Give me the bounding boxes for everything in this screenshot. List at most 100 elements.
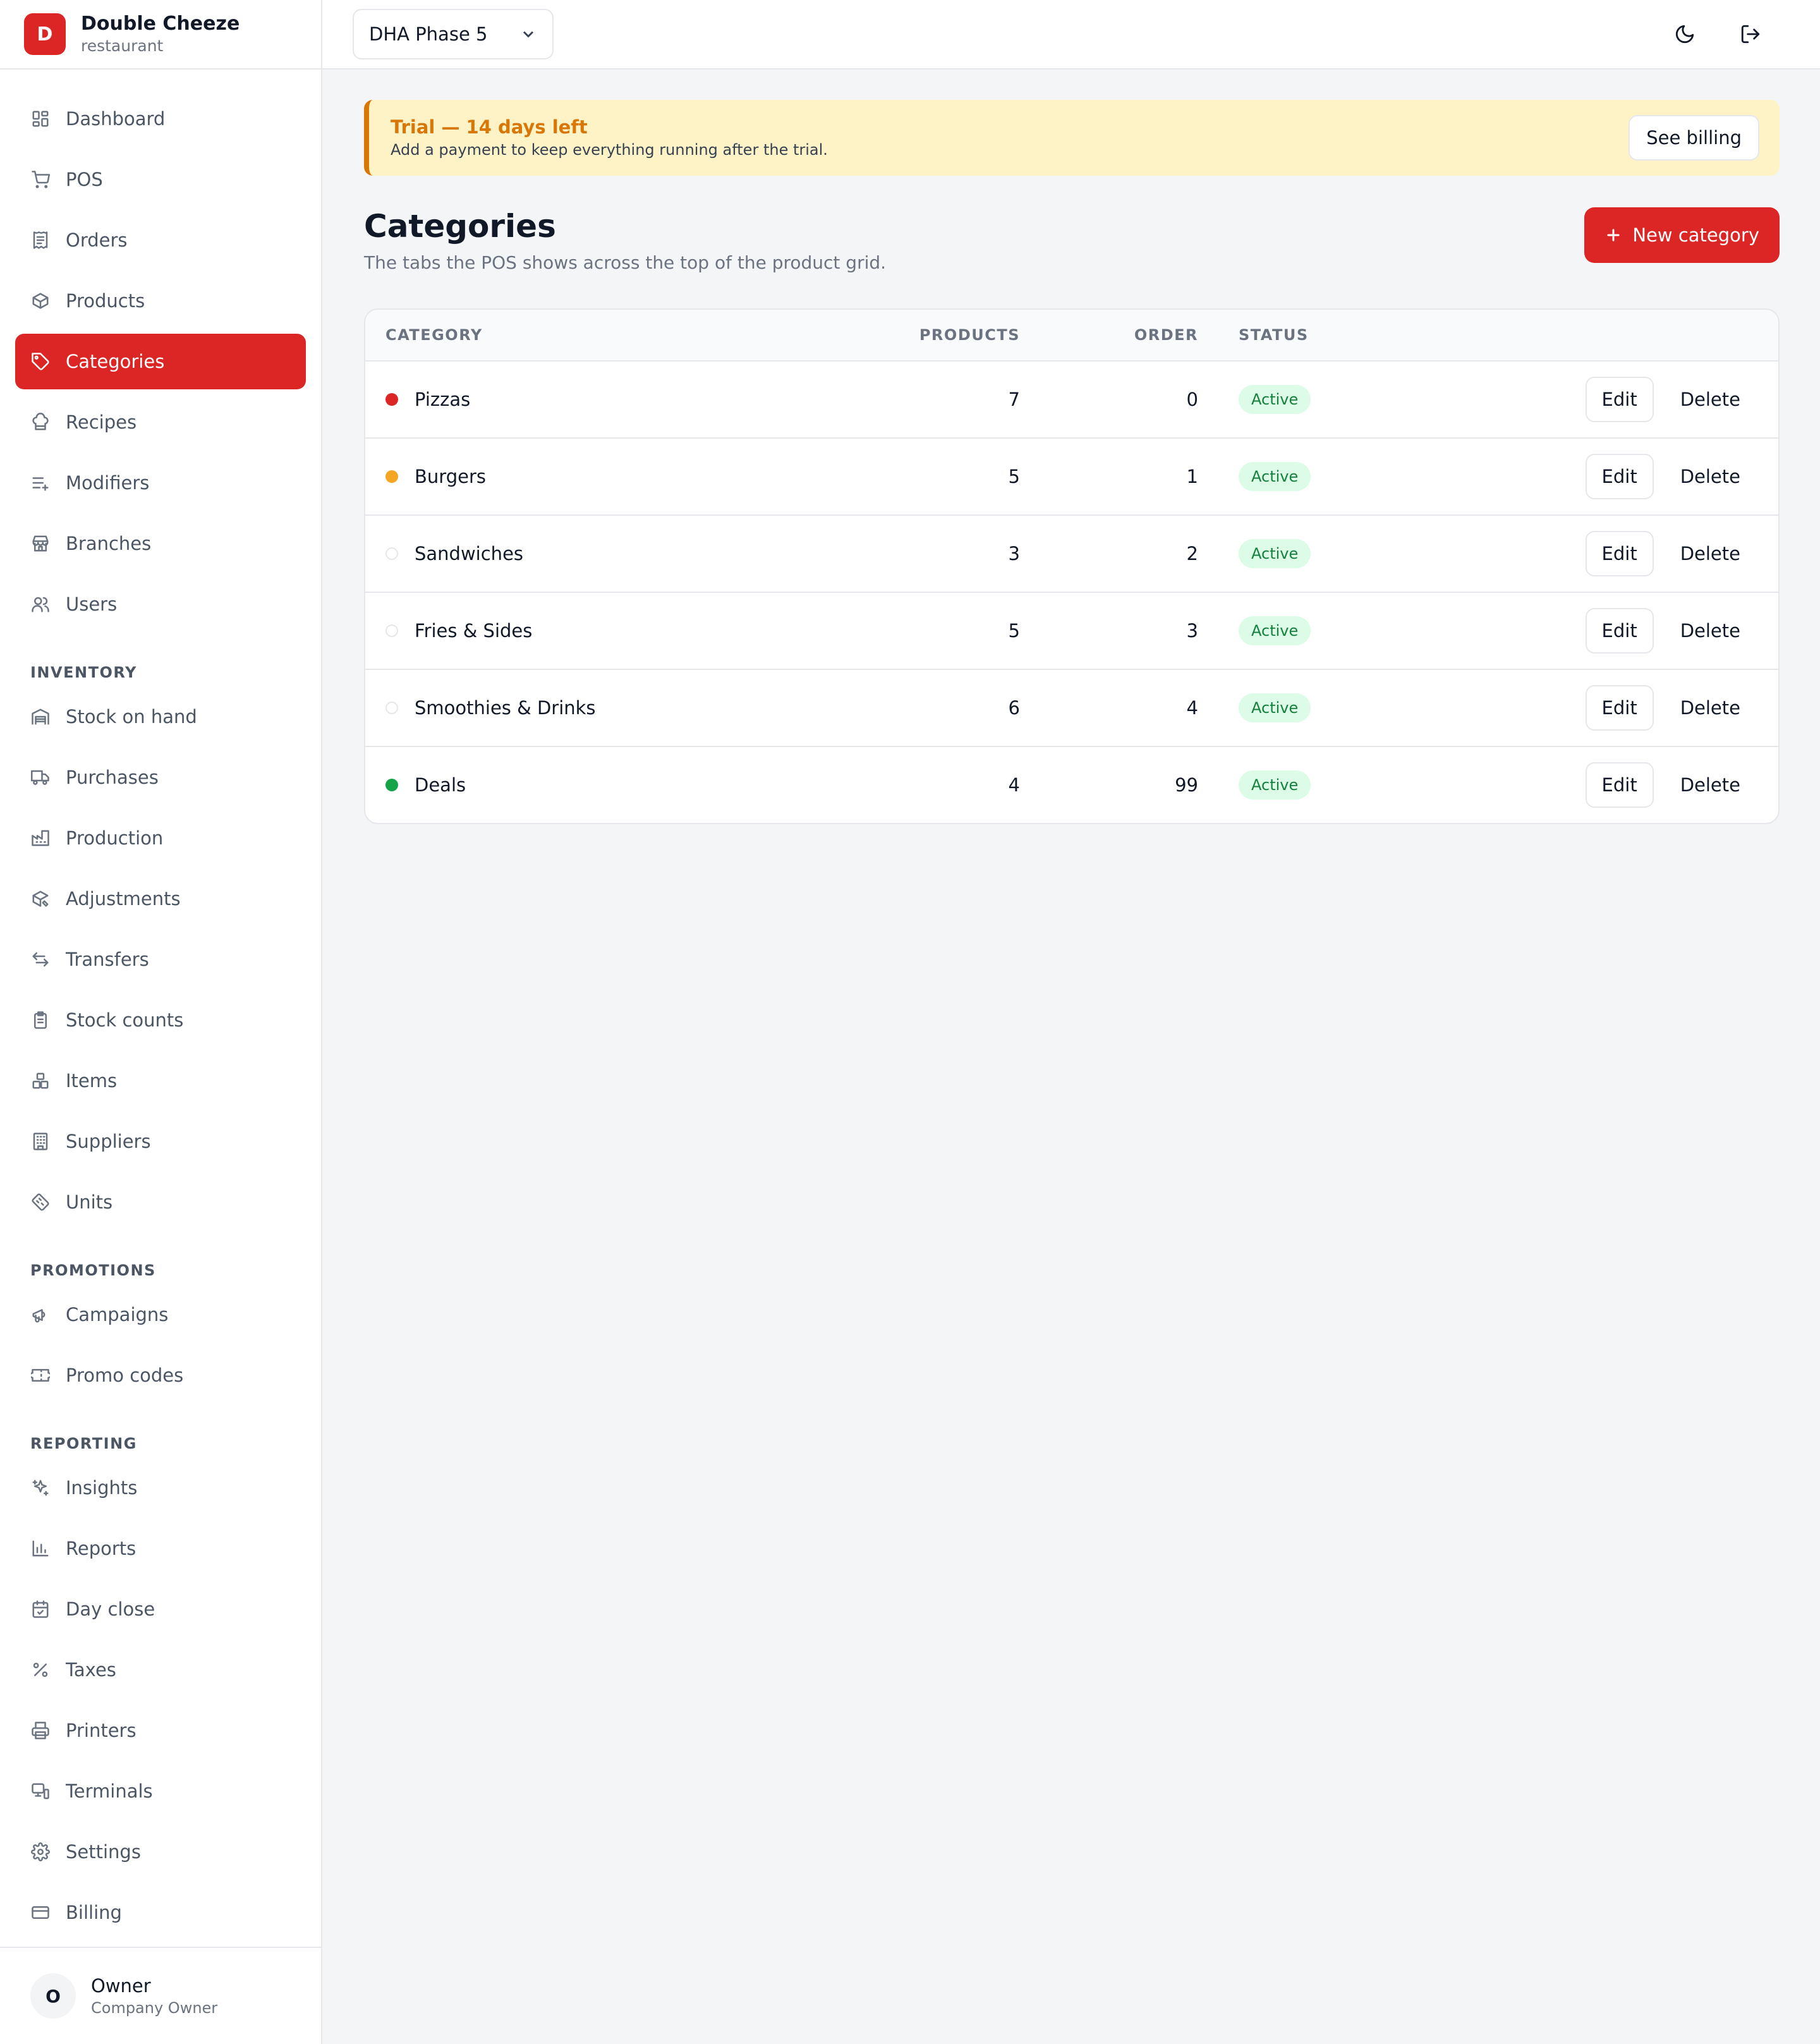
sidebar-item-adjustments[interactable]: Adjustments [15, 871, 306, 927]
sidebar-item-orders[interactable]: Orders [15, 212, 306, 268]
order-value: 3 [1186, 620, 1198, 642]
category-cell: Fries & Sides [365, 620, 871, 642]
delete-button[interactable]: Delete [1666, 685, 1754, 731]
sidebar-item-billing[interactable]: Billing [15, 1885, 306, 1940]
sidebar-item-label: Day close [66, 1598, 155, 1620]
sidebar-item-label: POS [66, 169, 103, 190]
sidebar-item-branches[interactable]: Branches [15, 516, 306, 571]
gear-icon [30, 1842, 51, 1862]
sidebar-item-label: Adjustments [66, 888, 181, 909]
row-actions: Edit Delete [1412, 685, 1778, 731]
status-cell: Active [1198, 693, 1412, 722]
edit-button[interactable]: Edit [1585, 685, 1654, 731]
header-status[interactable]: STATUS [1198, 326, 1412, 344]
tag-icon [30, 351, 51, 372]
header-category[interactable]: CATEGORY [365, 326, 871, 344]
edit-button[interactable]: Edit [1585, 377, 1654, 422]
delete-button[interactable]: Delete [1666, 531, 1754, 576]
delete-button[interactable]: Delete [1666, 608, 1754, 654]
sidebar-item-products[interactable]: Products [15, 273, 306, 329]
sidebar-item-production[interactable]: Production [15, 810, 306, 866]
edit-button[interactable]: Edit [1585, 454, 1654, 499]
category-cell: Smoothies & Drinks [365, 697, 871, 719]
edit-button[interactable]: Edit [1585, 608, 1654, 654]
products-count: 3 [1008, 543, 1020, 564]
avatar: O [30, 1973, 76, 2019]
users-icon [30, 594, 51, 614]
sidebar-item-recipes[interactable]: Recipes [15, 394, 306, 450]
sidebar-item-settings[interactable]: Settings [15, 1824, 306, 1880]
trial-title: Trial — 14 days left [391, 116, 588, 138]
delete-button[interactable]: Delete [1666, 454, 1754, 499]
categories-table: CATEGORY PRODUCTS ORDER STATUS Pizzas 7 0 A… [364, 308, 1780, 824]
package-edit-icon [30, 889, 51, 909]
sidebar-item-label: Production [66, 827, 164, 849]
sidebar-item-label: Categories [66, 351, 165, 372]
category-color-dot [385, 624, 398, 637]
order-value: 0 [1186, 389, 1198, 410]
chevron-down-icon [523, 31, 534, 38]
sidebar-item-insights[interactable]: Insights [15, 1460, 306, 1516]
sidebar-item-modifiers[interactable]: Modifiers [15, 455, 306, 511]
boxes-icon [30, 1071, 51, 1091]
products-count: 5 [1008, 466, 1020, 487]
user-profile[interactable]: O Owner Company Owner [0, 1947, 321, 2044]
status-badge: Active [1239, 693, 1311, 722]
sidebar-item-label: Stock on hand [66, 706, 197, 727]
category-name: Sandwiches [415, 543, 524, 564]
see-billing-button[interactable]: See billing [1629, 115, 1759, 161]
sparkles-icon [30, 1478, 51, 1498]
new-category-button[interactable]: New category [1584, 207, 1780, 263]
sidebar-item-campaigns[interactable]: Campaigns [15, 1287, 306, 1342]
sidebar-item-label: Purchases [66, 767, 159, 788]
row-actions: Edit Delete [1412, 377, 1778, 422]
sidebar-item-label: Branches [66, 533, 152, 554]
sidebar-item-pos[interactable]: POS [15, 152, 306, 207]
sidebar-item-label: Settings [66, 1841, 141, 1863]
printer-icon [30, 1720, 51, 1741]
category-cell: Pizzas [365, 389, 871, 410]
edit-button[interactable]: Edit [1585, 762, 1654, 808]
edit-button[interactable]: Edit [1585, 531, 1654, 576]
sidebar-nav: Dashboard POS Orders Products Categories Reci… [0, 70, 321, 1940]
sidebar-item-reports[interactable]: Reports [15, 1521, 306, 1576]
order-value: 4 [1186, 697, 1198, 719]
chef-hat-icon [30, 412, 51, 432]
sidebar-item-transfers[interactable]: Transfers [15, 932, 306, 987]
sidebar-item-printers[interactable]: Printers [15, 1703, 306, 1758]
page-subtitle: The tabs the POS shows across the top of… [364, 252, 887, 273]
sidebar-item-stock-on-hand[interactable]: Stock on hand [15, 689, 306, 745]
category-cell: Burgers [365, 466, 871, 487]
sidebar-item-suppliers[interactable]: Suppliers [15, 1114, 306, 1169]
logout-button[interactable] [1730, 14, 1771, 54]
sidebar-item-stock-counts[interactable]: Stock counts [15, 992, 306, 1048]
branch-select[interactable]: DHA Phase 5 [353, 9, 554, 59]
sidebar-item-dashboard[interactable]: Dashboard [15, 91, 306, 147]
sidebar-item-label: Transfers [66, 949, 149, 970]
category-name: Deals [415, 774, 466, 796]
sidebar-item-users[interactable]: Users [15, 576, 306, 632]
sidebar-item-label: Dashboard [66, 108, 166, 130]
sidebar-item-taxes[interactable]: Taxes [15, 1642, 306, 1698]
category-cell: Sandwiches [365, 543, 871, 564]
sidebar-item-day-close[interactable]: Day close [15, 1581, 306, 1637]
nav-section-promotions: PROMOTIONS [30, 1262, 156, 1279]
sidebar-item-purchases[interactable]: Purchases [15, 750, 306, 805]
status-cell: Active [1198, 385, 1412, 414]
sidebar-item-units[interactable]: Units [15, 1174, 306, 1230]
table-row: Deals 4 99 Active Edit Delete [365, 746, 1778, 823]
status-cell: Active [1198, 770, 1412, 800]
header-products[interactable]: PRODUCTS [871, 326, 1020, 344]
sidebar-item-categories[interactable]: Categories [15, 334, 306, 389]
sidebar-item-terminals[interactable]: Terminals [15, 1763, 306, 1819]
sidebar-item-promo-codes[interactable]: Promo codes [15, 1347, 306, 1403]
status-cell: Active [1198, 539, 1412, 568]
sidebar-item-label: Modifiers [66, 472, 150, 494]
sidebar: D Double Cheeze restaurant Dashboard POS O… [0, 0, 322, 2044]
moon-icon [1675, 25, 1694, 44]
header-order[interactable]: ORDER [1020, 326, 1198, 344]
theme-toggle-button[interactable] [1665, 14, 1705, 54]
delete-button[interactable]: Delete [1666, 377, 1754, 422]
delete-button[interactable]: Delete [1666, 762, 1754, 808]
sidebar-item-items[interactable]: Items [15, 1053, 306, 1109]
